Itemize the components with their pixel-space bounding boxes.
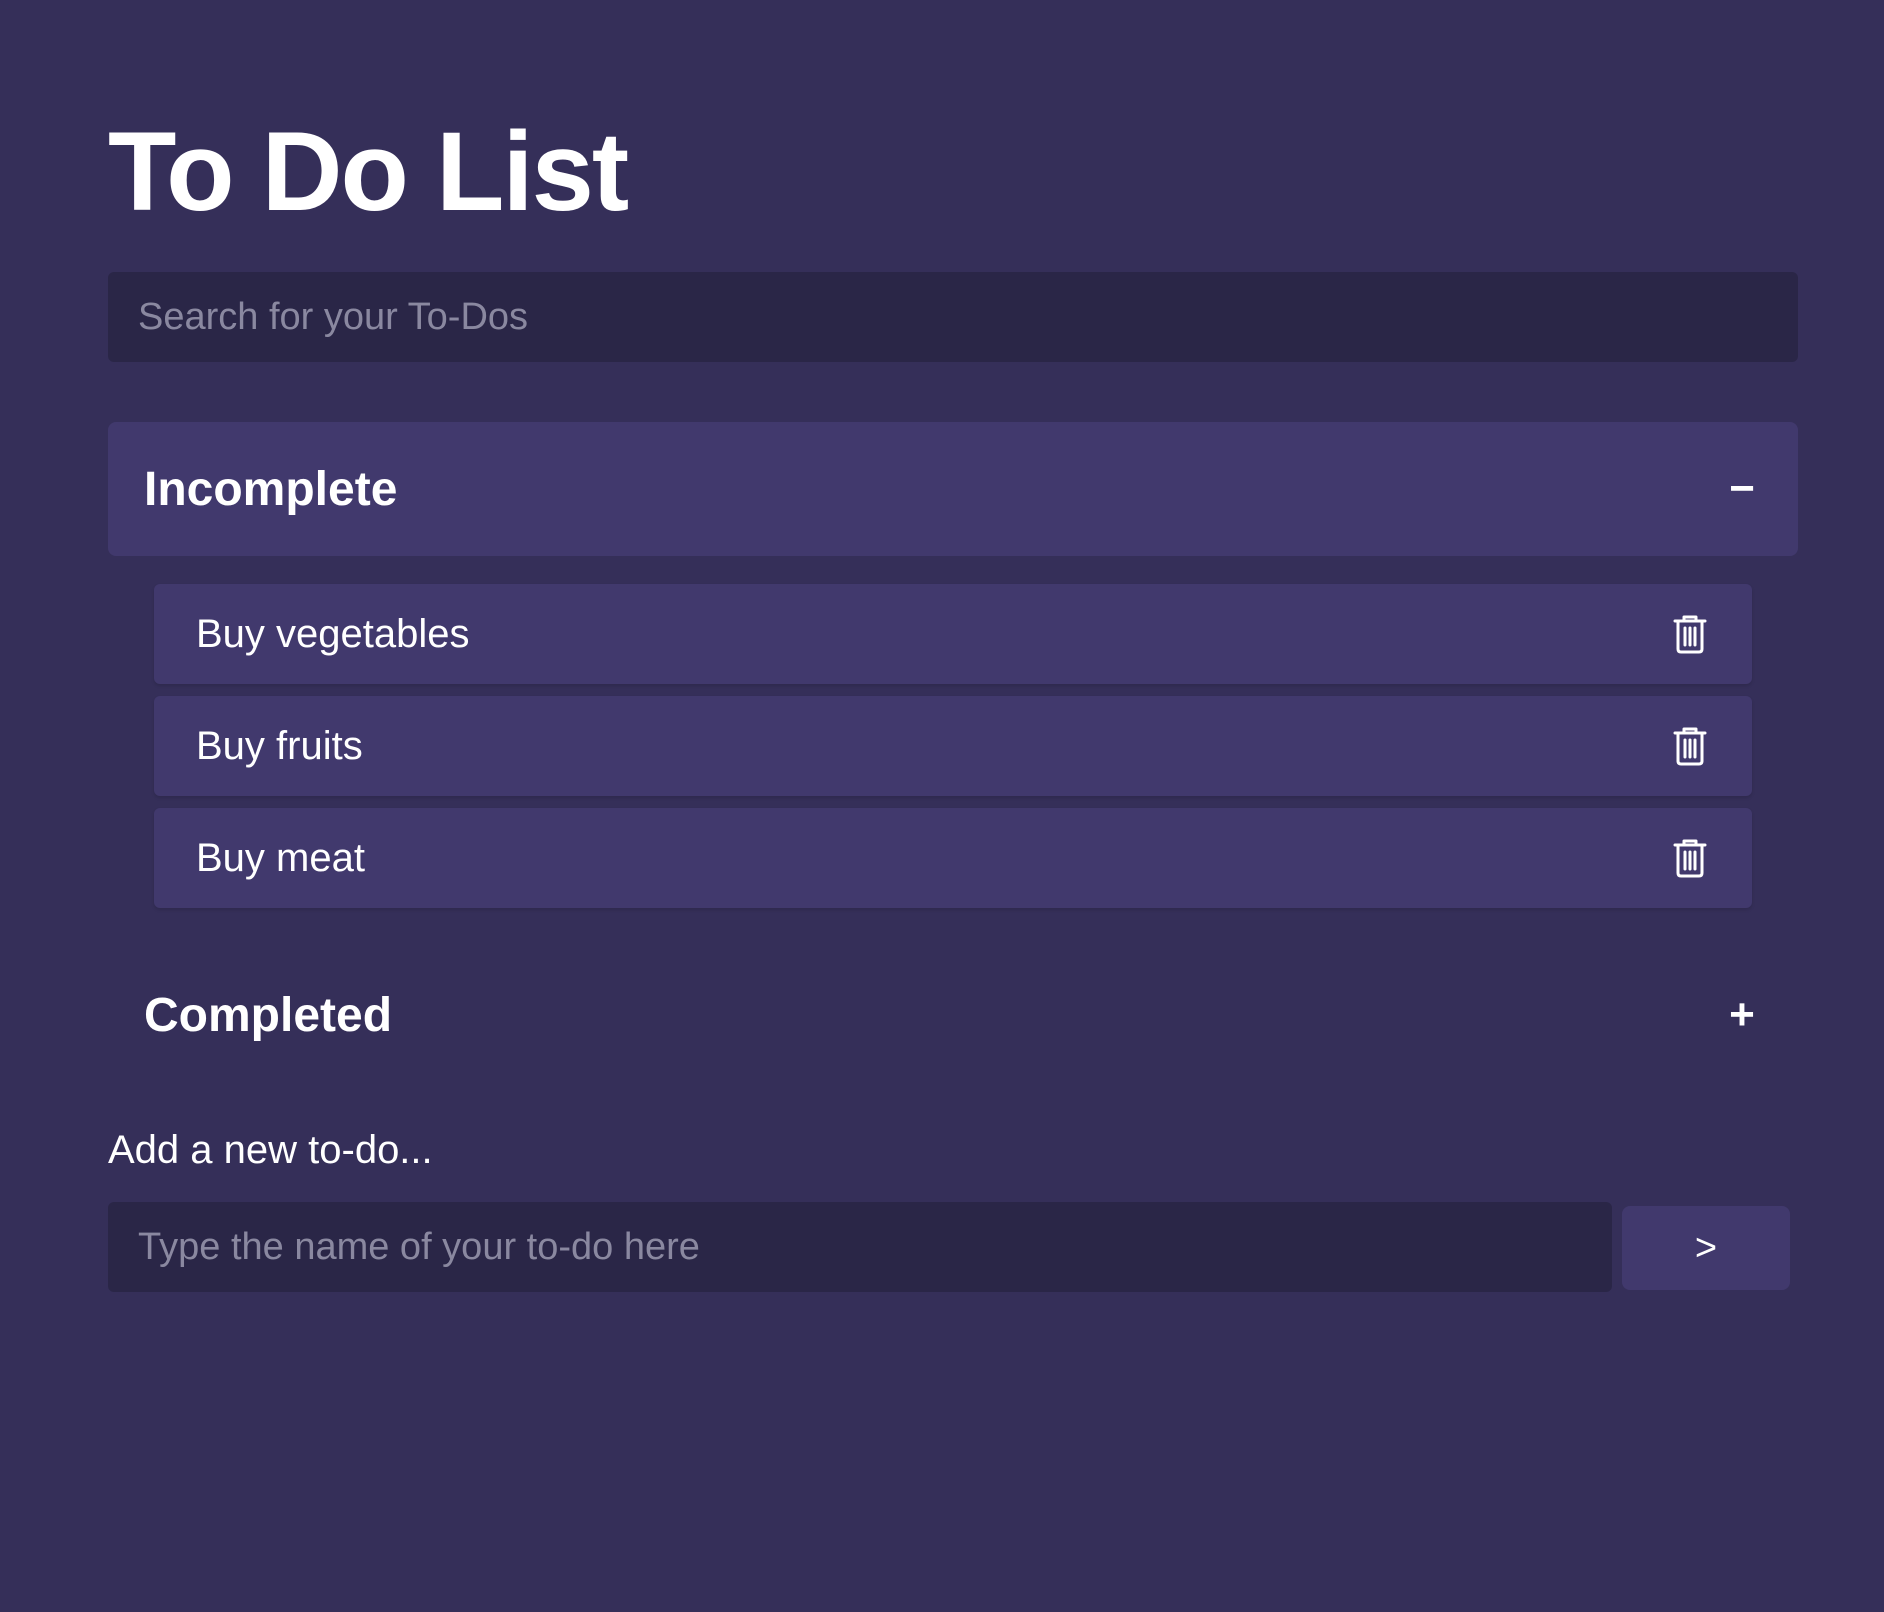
todo-item[interactable]: Buy meat [154,808,1752,908]
trash-icon [1673,839,1707,878]
incomplete-section-header[interactable]: Incomplete − [108,422,1798,556]
delete-button[interactable] [1668,834,1712,882]
search-input[interactable] [108,272,1798,362]
delete-button[interactable] [1668,722,1712,770]
add-todo-label: Add a new to-do... [108,1128,433,1172]
trash-icon [1673,727,1707,766]
incomplete-section-title: Incomplete [144,462,398,516]
todo-item[interactable]: Buy vegetables [154,584,1752,684]
trash-icon [1673,615,1707,654]
expand-icon[interactable]: + [1722,990,1762,1040]
add-todo-button[interactable]: > [1622,1206,1790,1290]
completed-section-header[interactable]: Completed + [108,948,1798,1082]
completed-section-title: Completed [144,988,393,1042]
delete-button[interactable] [1668,610,1712,658]
incomplete-todo-list: Buy vegetables Buy fruits Buy meat [154,584,1752,920]
todo-label: Buy meat [196,835,365,880]
todo-item[interactable]: Buy fruits [154,696,1752,796]
todo-label: Buy vegetables [196,611,470,656]
page-title: To Do List [108,109,629,234]
todo-label: Buy fruits [196,723,363,768]
collapse-icon[interactable]: − [1722,464,1762,514]
new-todo-input[interactable] [108,1202,1612,1292]
